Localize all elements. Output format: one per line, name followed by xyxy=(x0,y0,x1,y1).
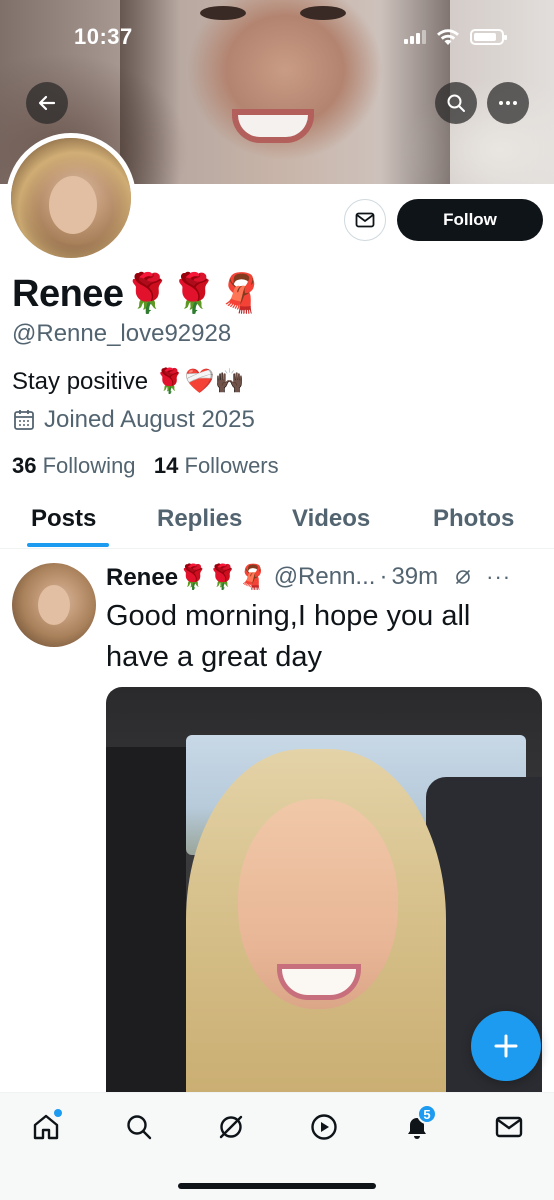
status-bar: 10:37 xyxy=(0,0,554,70)
profile-bio: Stay positive 🌹❤️‍🩹🙌🏿 xyxy=(12,368,245,395)
profile-tabs: Posts Replies Videos Photos xyxy=(0,497,554,549)
more-icon xyxy=(499,101,517,105)
post-separator: · xyxy=(379,563,388,590)
following-label: Following xyxy=(42,453,136,478)
nav-video[interactable] xyxy=(304,1107,344,1147)
tab-photos[interactable]: Photos xyxy=(433,505,514,533)
wifi-icon xyxy=(437,29,459,45)
compose-button[interactable] xyxy=(471,1011,541,1081)
envelope-icon xyxy=(355,212,375,228)
follow-button[interactable]: Follow xyxy=(397,199,543,241)
calendar-icon xyxy=(14,410,34,430)
tab-posts[interactable]: Posts xyxy=(31,505,96,533)
nav-search[interactable] xyxy=(119,1107,159,1147)
post-text: Good morning,I hope you all have a great… xyxy=(106,600,471,673)
active-tab-indicator xyxy=(27,543,109,547)
followers-count: 14 xyxy=(153,453,179,478)
following-count: 36 xyxy=(12,453,37,478)
home-new-dot xyxy=(54,1109,62,1117)
follow-stats: 36 Following 14 Followers xyxy=(12,453,279,479)
message-button[interactable] xyxy=(344,199,386,241)
joined-text: Joined August 2025 xyxy=(44,406,255,433)
search-icon xyxy=(447,94,465,112)
notifications-badge: 5 xyxy=(417,1104,437,1124)
search-button[interactable] xyxy=(435,82,477,124)
avatar-photo-detail xyxy=(38,585,70,625)
post-author-avatar[interactable] xyxy=(12,563,96,647)
nav-messages[interactable] xyxy=(489,1107,529,1147)
search-icon xyxy=(127,1115,152,1140)
avatar-photo-detail xyxy=(49,176,97,234)
banner-photo-detail xyxy=(238,115,308,137)
post-more-icon[interactable]: ··· xyxy=(486,564,511,590)
nav-home[interactable] xyxy=(26,1107,66,1147)
envelope-icon xyxy=(495,1116,523,1138)
post-author-name[interactable]: Renee🌹🌹🧣 xyxy=(106,563,268,592)
profile-name: Renee🌹🌹🧣 xyxy=(12,273,265,315)
following-link[interactable]: 36 Following xyxy=(12,453,136,478)
joined-date: Joined August 2025 xyxy=(12,406,255,434)
profile-handle: @Renne_love92928 xyxy=(12,320,232,347)
cellular-signal-icon xyxy=(404,30,426,44)
battery-icon xyxy=(470,29,507,45)
back-button[interactable] xyxy=(26,82,68,124)
status-icons xyxy=(404,28,507,46)
post-author-handle[interactable]: @Renn... xyxy=(274,563,376,591)
nav-notifications[interactable]: 5 xyxy=(397,1104,437,1147)
tab-videos[interactable]: Videos xyxy=(292,505,370,533)
status-time: 10:37 xyxy=(74,24,133,49)
followers-link[interactable]: 14 Followers xyxy=(154,453,279,478)
followers-label: Followers xyxy=(184,453,279,478)
nav-grok[interactable] xyxy=(211,1107,251,1147)
arrow-left-icon xyxy=(38,95,56,111)
home-indicator xyxy=(178,1183,376,1189)
post-time: 39m xyxy=(391,563,439,590)
more-options-button[interactable] xyxy=(487,82,529,124)
video-icon xyxy=(311,1114,337,1140)
image-detail xyxy=(106,747,186,1107)
plus-icon xyxy=(494,1034,518,1058)
profile-avatar[interactable] xyxy=(6,133,136,263)
post-header: Renee🌹🌹🧣 @Renn... · 39m ··· xyxy=(106,561,546,593)
tab-replies[interactable]: Replies xyxy=(157,505,242,533)
grok-icon[interactable] xyxy=(454,568,472,586)
grok-icon xyxy=(219,1115,243,1139)
